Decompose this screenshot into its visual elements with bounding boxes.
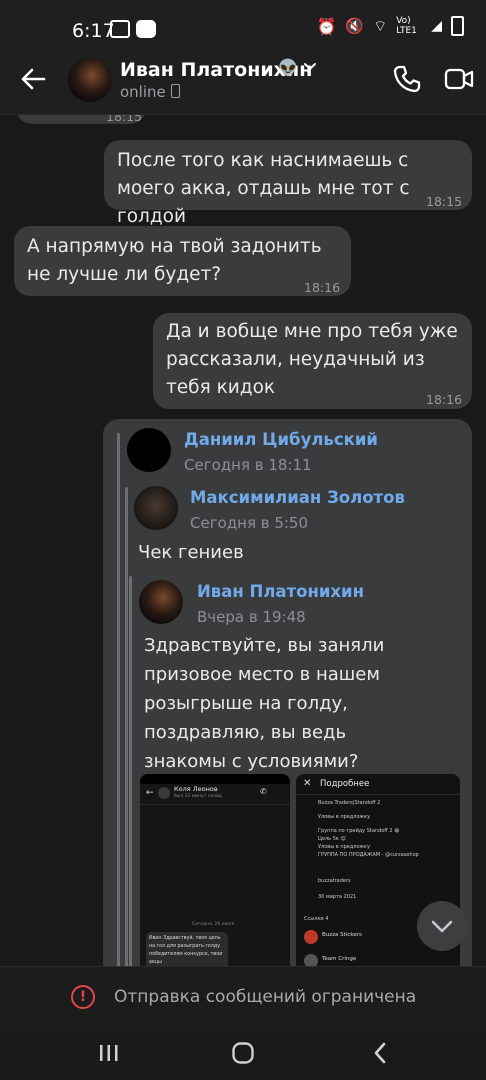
status-label: online	[120, 83, 166, 101]
avatar[interactable]	[127, 428, 171, 472]
system-back-icon[interactable]	[372, 1042, 388, 1064]
signal-icon: ◢	[431, 18, 442, 34]
forward-date: Сегодня в 5:50	[190, 514, 309, 532]
forwarded-message-bubble[interactable]: Даниил Цибульский Сегодня в 18:11 Максим…	[103, 419, 472, 979]
network-label: Vo) LTE1	[396, 16, 417, 36]
avatar[interactable]	[139, 580, 183, 624]
wifi-icon: ⌔	[373, 16, 388, 35]
mini-status-bar	[140, 774, 290, 784]
battery-icon	[451, 16, 464, 36]
phone-device-icon	[170, 84, 180, 98]
avatar[interactable]	[68, 58, 112, 102]
restriction-text: Отправка сообщений ограничена	[114, 987, 417, 1007]
mini-line: Buzza Traders|Standoff 2	[318, 800, 381, 806]
mini-date: Сегодня, 26 июля	[192, 922, 235, 927]
mini-title: Подробнее	[320, 779, 370, 789]
status-bar: 6:17 ⏰ 🔇 ⌔ Vo) LTE1 ◢	[0, 0, 486, 50]
gallery-icon	[110, 20, 130, 38]
message-text: Да и вобще мне про тебя уже рассказали, …	[166, 321, 458, 398]
mini-avatar	[158, 787, 170, 799]
recent-apps-icon[interactable]	[98, 1043, 120, 1063]
back-arrow-icon[interactable]	[18, 64, 48, 94]
mini-line: Уловы в предложку	[318, 814, 371, 820]
message-bubble-incoming[interactable]: А напрямую на твой задонить не лучше ли …	[14, 226, 351, 296]
system-nav-bar	[0, 1026, 486, 1080]
mini-line: buzzatraders	[318, 878, 351, 884]
mini-contact-name: Коля Леонов	[174, 785, 218, 793]
message-time: 18:15	[426, 194, 463, 209]
forward-line	[129, 576, 132, 979]
avatar[interactable]	[134, 486, 178, 530]
mini-divider	[140, 804, 290, 805]
forward-line	[125, 487, 128, 979]
notification-icons	[110, 20, 156, 38]
status-icons: ⏰ 🔇 ⌔ Vo) LTE1 ◢	[316, 16, 464, 36]
mini-line: 30 марта 2021	[318, 894, 357, 900]
message-time: 18:16	[304, 280, 341, 295]
forward-date: Сегодня в 18:11	[184, 456, 312, 474]
mini-line: Группа по трейду Standoff 2 😀	[318, 828, 400, 834]
mute-icon: 🔇	[345, 17, 365, 35]
warning-icon: !	[71, 985, 95, 1009]
message-bubble-outgoing[interactable]: После того как наснимаешь с моего акка, …	[104, 140, 472, 227]
chevron-down-icon	[431, 920, 453, 933]
mini-close-icon: ✕	[303, 778, 312, 789]
attached-screenshot[interactable]: ← Коля Леонов был 12 минут назад ✆ Сегод…	[140, 774, 290, 979]
mini-contact-status: был 12 минут назад	[174, 794, 222, 799]
mini-back-icon: ←	[146, 788, 154, 798]
message-time: 18:16	[426, 392, 463, 407]
mini-line: Buzza Stickers	[322, 932, 362, 938]
mini-line: Уловы в предложку	[318, 844, 371, 850]
chevron-down-icon[interactable]	[303, 62, 317, 72]
scroll-down-button[interactable]	[417, 901, 467, 951]
mini-line: Team Cringe	[322, 956, 357, 962]
forward-line	[117, 433, 120, 979]
forward-author-name[interactable]: Даниил Цибульский	[184, 430, 378, 449]
home-icon[interactable]	[231, 1041, 255, 1065]
mini-sticker-icon	[304, 930, 318, 944]
forward-author-name[interactable]: Иван Платонихин	[197, 582, 364, 601]
restriction-bar: ! Отправка сообщений ограничена	[0, 966, 486, 1027]
mini-line: Цель 5к 😊	[318, 836, 346, 842]
mini-line: ГРУППА ПО ПРОДАЖАМ - @curzaashop	[318, 852, 419, 858]
message-bubble-outgoing[interactable]: Да и вобще мне про тебя уже рассказали, …	[153, 313, 472, 409]
phone-icon[interactable]	[392, 64, 422, 94]
mini-divider	[296, 794, 460, 795]
alarm-icon: ⏰	[316, 16, 337, 36]
message-text: После того как наснимаешь с моего акка, …	[117, 150, 410, 227]
mini-phone-icon: ✆	[260, 787, 267, 796]
forward-text: Чек гениев	[138, 542, 244, 563]
forward-author-name[interactable]: Максимилиан Золотов	[190, 488, 405, 507]
youtube-icon	[136, 20, 156, 38]
alien-emoji: 👽	[278, 58, 298, 77]
mini-line: Ссылки 4	[304, 916, 329, 922]
contact-status: online	[120, 83, 180, 101]
status-time: 6:17	[72, 20, 115, 42]
video-icon[interactable]	[444, 66, 474, 92]
chat-header: Иван Платонихин 👽 online	[0, 50, 486, 115]
mini-message-text: Иван Здравствуй, твоя цель на гол для ра…	[149, 936, 223, 965]
forward-text: Здравствуйте, вы заняли призовое место в…	[144, 635, 385, 772]
forward-date: Вчера в 19:48	[197, 608, 306, 626]
message-text: А напрямую на твой задонить не лучше ли …	[27, 236, 322, 285]
